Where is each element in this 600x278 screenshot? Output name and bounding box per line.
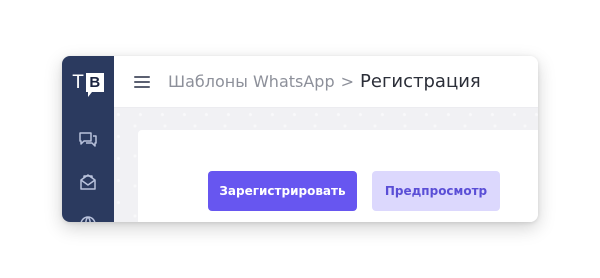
logo-letter-b: B <box>85 72 104 97</box>
content-card: Зарегистрировать Предпросмотр <box>138 130 538 222</box>
breadcrumb-parent-link[interactable]: Шаблоны WhatsApp <box>168 72 335 91</box>
breadcrumb-separator: > <box>340 72 355 91</box>
app-logo[interactable]: T B <box>62 56 114 108</box>
sidebar: T B <box>62 56 114 222</box>
breadcrumb: Шаблоны WhatsApp > Регистрация <box>168 71 481 92</box>
mail-envelope-icon <box>80 174 96 190</box>
hamburger-icon[interactable] <box>134 75 150 88</box>
register-button[interactable]: Зарегистрировать <box>208 171 357 211</box>
sidebar-item-globe[interactable] <box>78 214 98 222</box>
top-header: Шаблоны WhatsApp > Регистрация <box>114 56 538 108</box>
sidebar-item-chats[interactable] <box>78 130 98 150</box>
preview-button[interactable]: Предпросмотр <box>372 171 500 211</box>
page-title: Регистрация <box>360 71 481 92</box>
logo-letter-t: T <box>72 71 84 93</box>
globe-icon <box>80 216 96 222</box>
sidebar-item-mail[interactable] <box>78 172 98 192</box>
chat-bubbles-icon <box>79 132 97 147</box>
content-area: Зарегистрировать Предпросмотр <box>114 108 538 222</box>
app-window: T B Шаблоны WhatsApp > Регистрация Зарег… <box>62 56 538 222</box>
